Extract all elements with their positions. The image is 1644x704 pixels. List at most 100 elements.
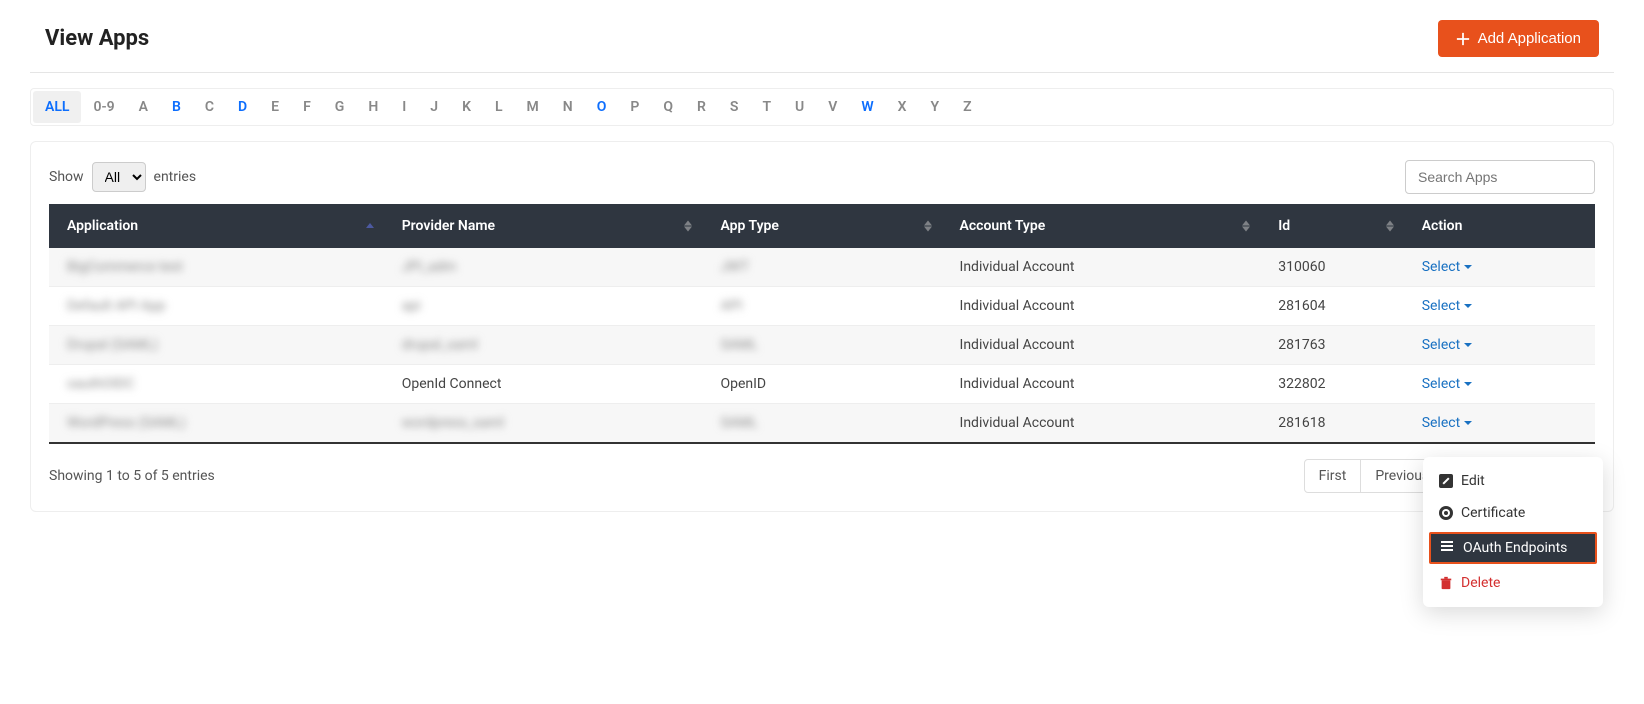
plus-icon bbox=[1456, 32, 1470, 46]
cell-apptype: OpenID bbox=[702, 365, 941, 404]
cell-account: Individual Account bbox=[942, 326, 1261, 365]
caret-down-icon bbox=[1464, 382, 1472, 386]
alpha-filter-bar: ALL0-9ABCDEFGHIJKLMNOPQRSTUVWXYZ bbox=[30, 88, 1614, 126]
cell-apptype: SAML bbox=[702, 404, 941, 444]
caret-down-icon bbox=[1464, 304, 1472, 308]
cell-apptype: SAML bbox=[702, 326, 941, 365]
cell-provider: wordpress_saml bbox=[384, 404, 703, 444]
col-account[interactable]: Account Type bbox=[942, 204, 1261, 248]
cell-action: Select bbox=[1404, 248, 1595, 287]
alpha-filter-c[interactable]: C bbox=[193, 91, 226, 123]
caret-down-icon bbox=[1464, 343, 1472, 347]
cell-account: Individual Account bbox=[942, 248, 1261, 287]
alpha-filter-0-9[interactable]: 0-9 bbox=[81, 91, 126, 123]
dropdown-delete[interactable]: Delete bbox=[1423, 567, 1603, 599]
cell-action: Select bbox=[1404, 404, 1595, 444]
alpha-filter-k[interactable]: K bbox=[450, 91, 483, 123]
alpha-filter-s[interactable]: S bbox=[718, 91, 751, 123]
alpha-filter-a[interactable]: A bbox=[127, 91, 160, 123]
page-title: View Apps bbox=[45, 26, 149, 51]
col-apptype[interactable]: App Type bbox=[702, 204, 941, 248]
dropdown-oauth-endpoints[interactable]: OAuth Endpoints bbox=[1429, 532, 1597, 564]
add-application-label: Add Application bbox=[1478, 30, 1581, 47]
alpha-filter-b[interactable]: B bbox=[160, 91, 193, 123]
cell-account: Individual Account bbox=[942, 404, 1261, 444]
alpha-filter-d[interactable]: D bbox=[226, 91, 259, 123]
alpha-filter-t[interactable]: T bbox=[750, 91, 783, 123]
cell-application: WordPress (SAML) bbox=[49, 404, 384, 444]
alpha-filter-y[interactable]: Y bbox=[919, 91, 952, 123]
cell-id: 281763 bbox=[1260, 326, 1403, 365]
table-row: Drupal (SAML)drupal_samlSAMLIndividual A… bbox=[49, 326, 1595, 365]
cell-provider: drupal_saml bbox=[384, 326, 703, 365]
select-action[interactable]: Select bbox=[1422, 298, 1472, 314]
edit-icon bbox=[1439, 474, 1453, 488]
alpha-filter-all[interactable]: ALL bbox=[33, 91, 81, 123]
alpha-filter-h[interactable]: H bbox=[356, 91, 390, 123]
alpha-filter-f[interactable]: F bbox=[291, 91, 323, 123]
cell-id: 281604 bbox=[1260, 287, 1403, 326]
alpha-filter-e[interactable]: E bbox=[259, 91, 291, 123]
alpha-filter-r[interactable]: R bbox=[685, 91, 718, 123]
show-entries-control: Show All entries bbox=[49, 162, 196, 192]
cell-account: Individual Account bbox=[942, 365, 1261, 404]
select-action[interactable]: Select bbox=[1422, 259, 1472, 275]
col-provider[interactable]: Provider Name bbox=[384, 204, 703, 248]
alpha-filter-v[interactable]: V bbox=[816, 91, 849, 123]
cell-provider: api bbox=[384, 287, 703, 326]
cell-apptype: API bbox=[702, 287, 941, 326]
trash-icon bbox=[1439, 576, 1453, 590]
alpha-filter-i[interactable]: I bbox=[390, 91, 418, 123]
table-row: Default API AppapiAPIIndividual Account2… bbox=[49, 287, 1595, 326]
cell-application: Default API App bbox=[49, 287, 384, 326]
cell-id: 322802 bbox=[1260, 365, 1403, 404]
dropdown-edit[interactable]: Edit bbox=[1423, 465, 1603, 497]
cell-application: oauthOIDC bbox=[49, 365, 384, 404]
show-label: Show bbox=[49, 169, 84, 185]
cell-id: 310060 bbox=[1260, 248, 1403, 287]
alpha-filter-q[interactable]: Q bbox=[651, 91, 685, 123]
alpha-filter-w[interactable]: W bbox=[849, 91, 885, 123]
cell-provider: OpenId Connect bbox=[384, 365, 703, 404]
select-action[interactable]: Select bbox=[1422, 337, 1472, 353]
apps-panel: Show All entries Application Provider Na… bbox=[30, 141, 1614, 512]
entries-select[interactable]: All bbox=[92, 162, 146, 192]
apps-table: Application Provider Name App Type Accou… bbox=[49, 204, 1595, 444]
add-application-button[interactable]: Add Application bbox=[1438, 20, 1599, 57]
cell-action: Select bbox=[1404, 326, 1595, 365]
caret-down-icon bbox=[1464, 265, 1472, 269]
list-icon bbox=[1441, 541, 1455, 555]
certificate-icon bbox=[1439, 506, 1453, 520]
alpha-filter-j[interactable]: J bbox=[418, 91, 450, 123]
entries-info: Showing 1 to 5 of 5 entries bbox=[49, 468, 215, 484]
cell-application: BigCommerce test bbox=[49, 248, 384, 287]
table-row: BigCommerce testJPI_admJWTIndividual Acc… bbox=[49, 248, 1595, 287]
cell-application: Drupal (SAML) bbox=[49, 326, 384, 365]
alpha-filter-u[interactable]: U bbox=[783, 91, 816, 123]
alpha-filter-p[interactable]: P bbox=[618, 91, 651, 123]
cell-action: Select bbox=[1404, 287, 1595, 326]
select-action[interactable]: Select bbox=[1422, 415, 1472, 431]
alpha-filter-g[interactable]: G bbox=[323, 91, 357, 123]
alpha-filter-z[interactable]: Z bbox=[951, 91, 983, 123]
table-row: oauthOIDCOpenId ConnectOpenIDIndividual … bbox=[49, 365, 1595, 404]
entries-label: entries bbox=[154, 169, 197, 185]
cell-apptype: JWT bbox=[702, 248, 941, 287]
alpha-filter-x[interactable]: X bbox=[886, 91, 919, 123]
alpha-filter-l[interactable]: L bbox=[483, 91, 515, 123]
search-input[interactable] bbox=[1405, 160, 1595, 194]
col-action: Action bbox=[1404, 204, 1595, 248]
select-action[interactable]: Select bbox=[1422, 376, 1472, 392]
cell-action: Select bbox=[1404, 365, 1595, 404]
alpha-filter-n[interactable]: N bbox=[551, 91, 585, 123]
cell-account: Individual Account bbox=[942, 287, 1261, 326]
caret-down-icon bbox=[1464, 421, 1472, 425]
alpha-filter-o[interactable]: O bbox=[585, 91, 619, 123]
col-application[interactable]: Application bbox=[49, 204, 384, 248]
col-id[interactable]: Id bbox=[1260, 204, 1403, 248]
page-first[interactable]: First bbox=[1305, 460, 1362, 492]
cell-provider: JPI_adm bbox=[384, 248, 703, 287]
cell-id: 281618 bbox=[1260, 404, 1403, 444]
alpha-filter-m[interactable]: M bbox=[515, 91, 551, 123]
dropdown-certificate[interactable]: Certificate bbox=[1423, 497, 1603, 529]
